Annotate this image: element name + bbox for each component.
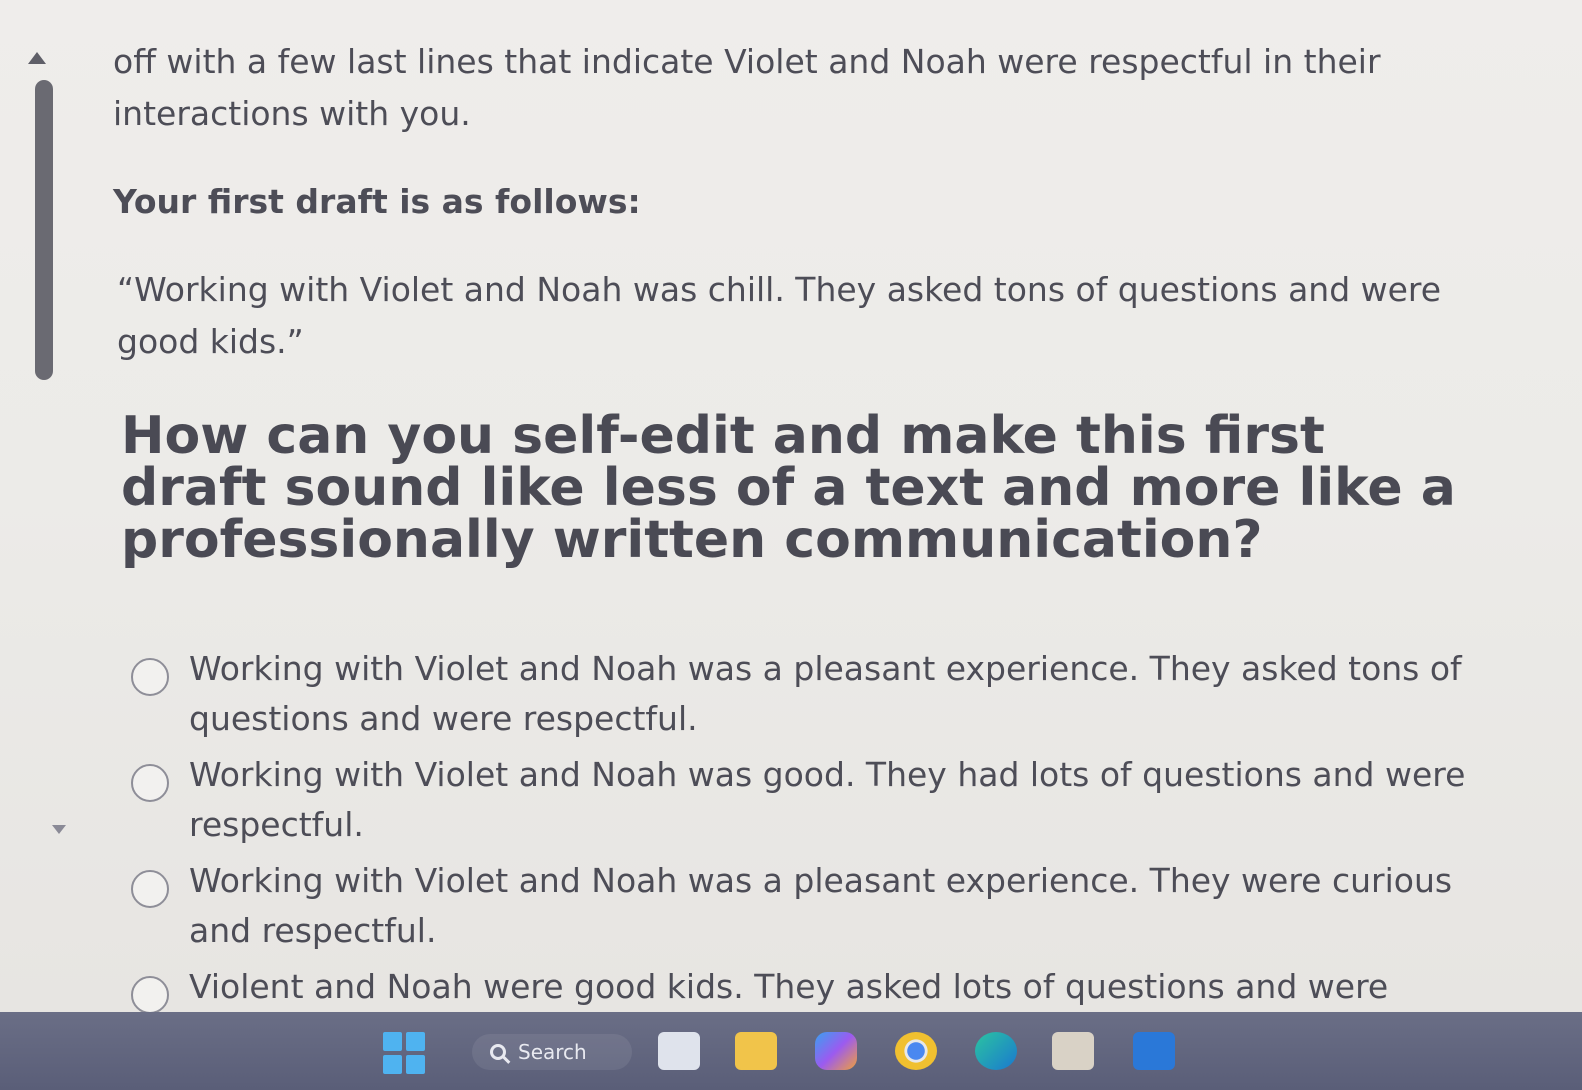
scroll-up-arrow-icon[interactable] bbox=[28, 52, 46, 64]
answer-option-label: Violent and Noah were good kids. They as… bbox=[189, 967, 1389, 1006]
windows-start-icon[interactable] bbox=[383, 1032, 425, 1074]
answer-option-label: Working with Violet and Noah was a pleas… bbox=[189, 649, 1462, 738]
store-icon[interactable] bbox=[1052, 1032, 1094, 1070]
question-prompt: How can you self-edit and make this firs… bbox=[121, 406, 1456, 570]
task-view-icon[interactable] bbox=[658, 1032, 700, 1070]
file-explorer-icon[interactable] bbox=[735, 1032, 777, 1070]
search-icon bbox=[490, 1044, 506, 1060]
search-label: Search bbox=[518, 1040, 587, 1064]
answer-option-label: Working with Violet and Noah was good. T… bbox=[189, 755, 1466, 844]
taskbar-search[interactable]: Search bbox=[472, 1034, 632, 1070]
question-content: off with a few last lines that indicate … bbox=[113, 36, 1483, 1018]
draft-label: Your first draft is as follows: bbox=[113, 182, 641, 221]
draft-text: “Working with Violet and Noah was chill.… bbox=[117, 270, 1442, 361]
intro-text: off with a few last lines that indicate … bbox=[113, 36, 1483, 140]
answer-options: Working with Violet and Noah was a pleas… bbox=[131, 644, 1483, 1014]
page: off with a few last lines that indicate … bbox=[0, 0, 1582, 1090]
radio-button[interactable] bbox=[131, 764, 169, 802]
chrome-icon[interactable] bbox=[895, 1032, 937, 1070]
intro-line-1: off with a few last lines that indicate … bbox=[113, 42, 1381, 81]
answer-option[interactable]: Working with Violet and Noah was a pleas… bbox=[131, 644, 1483, 744]
edge-icon[interactable] bbox=[975, 1032, 1017, 1070]
radio-button[interactable] bbox=[131, 658, 169, 696]
copilot-icon[interactable] bbox=[815, 1032, 857, 1070]
answer-option[interactable]: Working with Violet and Noah was a pleas… bbox=[131, 856, 1483, 956]
scrollbar-thumb[interactable] bbox=[35, 80, 53, 380]
scroll-down-arrow-icon[interactable] bbox=[52, 825, 66, 834]
outlook-icon[interactable] bbox=[1133, 1032, 1175, 1070]
answer-option[interactable]: Working with Violet and Noah was good. T… bbox=[131, 750, 1483, 850]
answer-option[interactable]: Violent and Noah were good kids. They as… bbox=[131, 962, 1483, 1014]
radio-button[interactable] bbox=[131, 870, 169, 908]
taskbar: Search bbox=[0, 1012, 1582, 1090]
intro-line-2: interactions with you. bbox=[113, 94, 471, 133]
radio-button[interactable] bbox=[131, 976, 169, 1014]
answer-option-label: Working with Violet and Noah was a pleas… bbox=[189, 861, 1453, 950]
